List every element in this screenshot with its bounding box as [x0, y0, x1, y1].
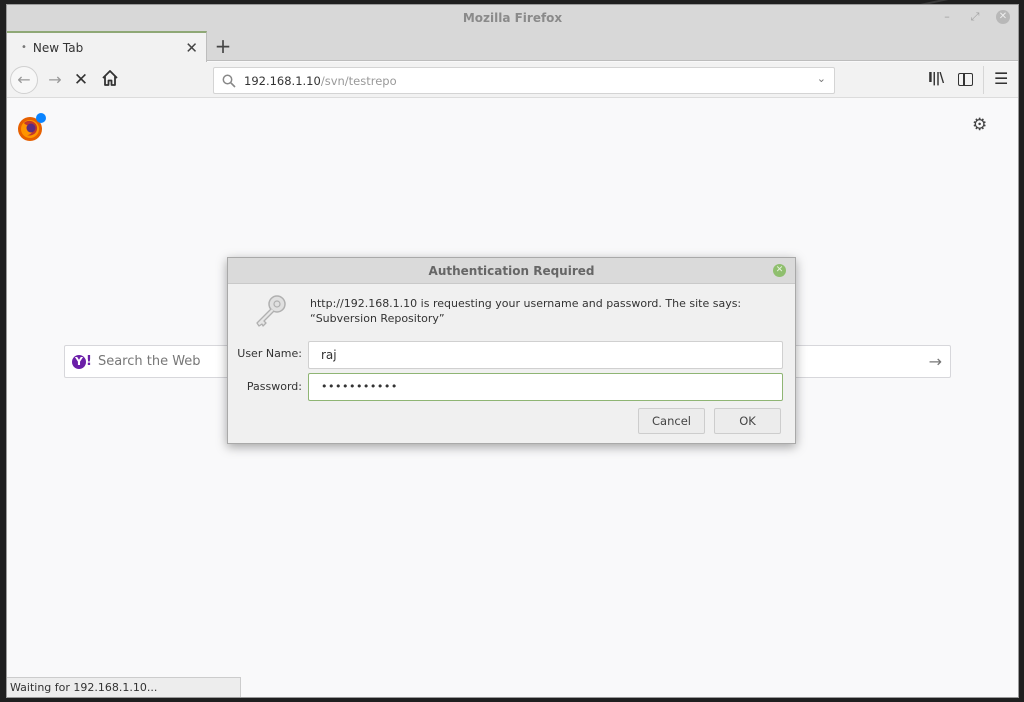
home-button[interactable] — [100, 68, 120, 88]
toolbar-separator — [983, 66, 984, 94]
sidebar-toggle-button[interactable] — [958, 73, 973, 86]
dialog-title: Authentication Required — [428, 264, 595, 278]
customize-gear-icon[interactable]: ⚙ — [972, 115, 987, 135]
forward-button[interactable]: → — [44, 66, 66, 94]
password-label: Password: — [246, 380, 302, 393]
tab-close-icon[interactable]: ✕ — [185, 39, 198, 57]
password-field[interactable]: ••••••••••• — [308, 373, 783, 401]
search-placeholder: Search the Web — [97, 354, 201, 369]
home-icon — [102, 70, 118, 86]
chevron-down-icon[interactable]: ⌄ — [817, 72, 826, 85]
firefox-logo-icon — [18, 113, 46, 141]
key-icon — [256, 295, 286, 327]
window-title: Mozilla Firefox — [462, 11, 563, 25]
maximize-button[interactable]: ⤢ — [968, 10, 982, 24]
url-bar[interactable]: 192.168.1.10 /svn/testrepo ⌄ — [213, 67, 835, 94]
stop-button[interactable]: ✕ — [70, 66, 92, 94]
window-close-button[interactable]: ✕ — [996, 10, 1010, 24]
ok-button[interactable]: OK — [714, 408, 781, 434]
username-field[interactable]: raj — [308, 341, 783, 369]
status-bar: Waiting for 192.168.1.10... — [7, 677, 241, 697]
search-go-arrow-icon[interactable]: → — [929, 352, 942, 371]
title-bar: Mozilla Firefox – ⤢ ✕ — [7, 5, 1018, 33]
yahoo-logo-icon: Y — [72, 354, 86, 369]
dialog-message: http://192.168.1.10 is requesting your u… — [310, 297, 742, 325]
url-host: 192.168.1.10 — [244, 73, 321, 88]
url-path: /svn/testrepo — [320, 73, 397, 88]
cancel-button[interactable]: Cancel — [638, 408, 705, 434]
tab-label: New Tab — [32, 40, 84, 55]
minimize-button[interactable]: – — [940, 10, 954, 24]
yahoo-logo-bang: ! — [86, 354, 92, 369]
tab-new-tab[interactable]: • New Tab ✕ — [7, 31, 207, 62]
hamburger-menu-button[interactable]: ☰ — [994, 69, 1008, 88]
library-button[interactable]: I||\ — [928, 71, 944, 86]
new-tab-button[interactable]: + — [212, 32, 234, 60]
username-label: User Name: — [237, 347, 302, 360]
authentication-dialog: Authentication Required ✕ http://192.168… — [227, 257, 796, 444]
tab-strip: • New Tab ✕ + — [7, 31, 1018, 62]
dialog-close-button[interactable]: ✕ — [773, 264, 786, 277]
navigation-toolbar: ← → ✕ 192.168.1.10 /svn/testrepo ⌄ I||\ … — [7, 62, 1018, 98]
dialog-title-bar: Authentication Required ✕ — [228, 258, 795, 284]
back-button[interactable]: ← — [10, 66, 38, 94]
loading-indicator-icon: • — [21, 42, 27, 53]
search-icon — [222, 74, 236, 88]
